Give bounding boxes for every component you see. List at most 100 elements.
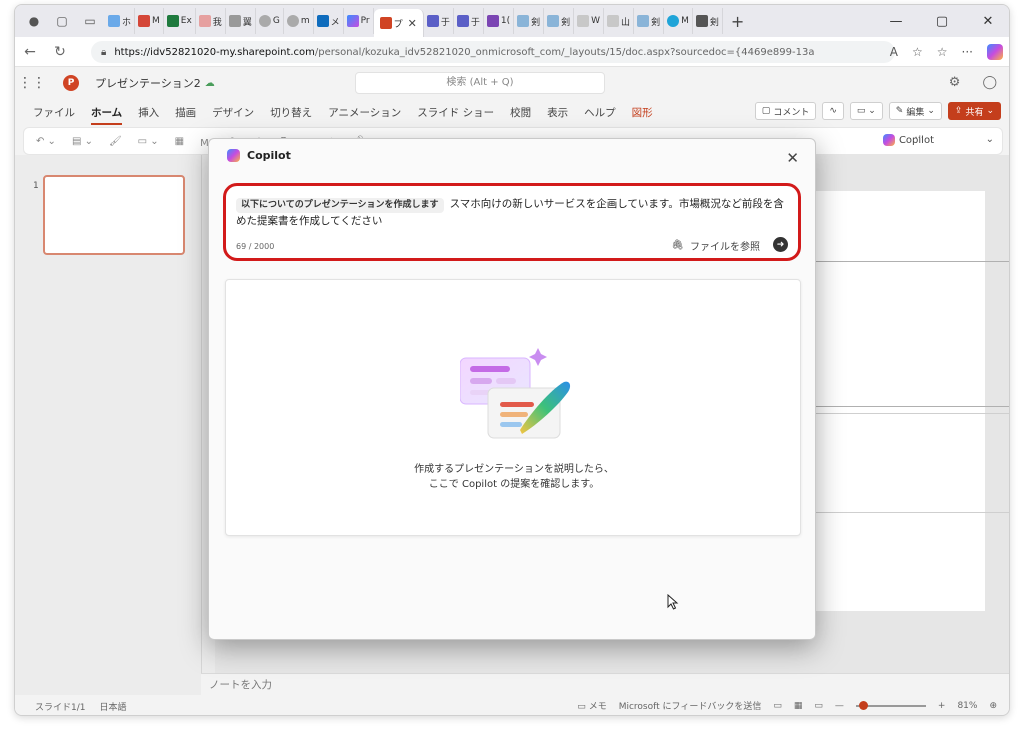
chevron-down-icon: ⌄ xyxy=(986,106,994,116)
browser-tab[interactable]: メ xyxy=(314,8,344,34)
browser-tab[interactable]: 1( xyxy=(484,8,515,34)
read-aloud-icon[interactable]: A xyxy=(890,45,898,59)
browser-tab[interactable]: 山 xyxy=(604,8,635,34)
tab-shape[interactable]: 図形 xyxy=(632,105,653,120)
normal-view-icon[interactable]: ▭ xyxy=(773,701,782,711)
document-name[interactable]: プレゼンテーション2 xyxy=(95,75,201,91)
share-button[interactable]: ⇪ 共有 ⌄ xyxy=(947,102,1001,120)
close-tab-icon[interactable]: ✕ xyxy=(408,17,417,30)
settings-gear-icon[interactable]: ⚙ xyxy=(949,75,961,90)
favorite-star-icon[interactable]: ☆ xyxy=(912,45,923,59)
notes-icon: ▭ xyxy=(577,702,586,712)
character-counter: 69 / 2000 xyxy=(236,242,275,251)
more-icon[interactable]: ··· xyxy=(962,45,973,59)
notes-toggle[interactable]: ▭ メモ xyxy=(577,699,606,712)
browser-tab[interactable]: Pr xyxy=(344,8,374,34)
profile-icon[interactable]: ● xyxy=(23,10,45,32)
browser-tab[interactable]: W xyxy=(574,8,605,34)
fit-slide-icon[interactable]: ⊕ xyxy=(989,701,997,711)
refresh-icon[interactable]: ↻ xyxy=(45,44,75,60)
tab-animations[interactable]: アニメーション xyxy=(328,105,401,120)
workspaces-icon[interactable]: ▢ xyxy=(51,10,73,32)
tab-review[interactable]: 校閲 xyxy=(510,105,531,120)
feedback-link[interactable]: Microsoft にフィードバックを送信 xyxy=(619,699,762,712)
browser-tab[interactable]: 剣 xyxy=(693,8,723,34)
tab-help[interactable]: ヘルプ xyxy=(584,105,616,120)
notes-input[interactable]: ノートを入力 xyxy=(201,673,1009,695)
browser-tab-active[interactable]: プ ✕ xyxy=(373,9,424,37)
chevron-down-icon: ⌄ xyxy=(927,106,935,116)
app-launcher-icon[interactable]: ⋮⋮ xyxy=(15,75,49,91)
browser-tab[interactable]: 翼 xyxy=(226,8,256,34)
format-painter-icon[interactable]: 🖌︎ xyxy=(109,136,122,147)
tab-view[interactable]: 表示 xyxy=(547,105,568,120)
share-icon: ⇪ xyxy=(954,106,963,116)
zoom-slider[interactable] xyxy=(855,700,926,710)
pulse-icon: ∿ xyxy=(829,106,837,116)
result-message: 作成するプレゼンテーションを説明したら、 ここで Copilot の提案を確認し… xyxy=(414,464,614,490)
prompt-text[interactable]: 以下についてのプレゼンテーションを作成します スマホ向けの新しいサービスを企画して… xyxy=(236,196,786,230)
tab-file[interactable]: ファイル xyxy=(33,105,75,120)
subtitle-placeholder[interactable] xyxy=(815,413,1009,513)
reading-view-icon[interactable]: ▭ xyxy=(814,701,823,711)
browser-tab[interactable]: 我 xyxy=(196,8,226,34)
arrow-right-icon: ➜ xyxy=(776,239,785,250)
back-icon[interactable]: ← xyxy=(15,44,45,60)
pane-divider[interactable] xyxy=(201,155,202,695)
browser-tab[interactable]: M xyxy=(664,8,693,34)
prompt-input[interactable]: 以下についてのプレゼンテーションを作成します スマホ向けの新しいサービスを企画して… xyxy=(223,183,801,261)
account-icon[interactable]: ◯ xyxy=(982,75,997,90)
collapse-ribbon-icon[interactable]: ⌄ xyxy=(986,134,994,145)
zoom-slider-thumb[interactable] xyxy=(858,700,868,710)
comment-icon: ▢ xyxy=(761,106,771,116)
tab-design[interactable]: デザイン xyxy=(212,105,254,120)
catchup-button[interactable]: ∿ xyxy=(822,102,844,120)
layout-icon[interactable]: ▦ xyxy=(175,136,184,147)
slide-thumbnail[interactable] xyxy=(43,175,185,255)
search-input[interactable]: 検索 (Alt + Q) xyxy=(355,72,605,94)
browser-tab[interactable]: ホ xyxy=(105,8,136,34)
copilot-ribbon-button[interactable]: Copilot xyxy=(882,134,934,146)
overflow-icon[interactable]: ··· xyxy=(914,133,924,144)
lock-icon[interactable]: 🔒︎ xyxy=(101,47,106,58)
present-icon: ▭ ⌄ xyxy=(856,106,876,116)
tab-draw[interactable]: 描画 xyxy=(175,105,196,120)
browser-tab[interactable]: M xyxy=(135,8,164,34)
comment-button[interactable]: ▢ コメント xyxy=(754,102,817,120)
result-card: 作成するプレゼンテーションを説明したら、 ここで Copilot の提案を確認し… xyxy=(225,279,801,536)
tab-insert[interactable]: 挿入 xyxy=(138,105,159,120)
undo-icon[interactable]: ↶ ⌄ xyxy=(36,136,56,147)
tab-actions-icon[interactable]: ▭ xyxy=(79,10,101,32)
attach-file-button[interactable]: 🖇︎ ファイルを参照 xyxy=(671,238,760,253)
present-button[interactable]: ▭ ⌄ xyxy=(849,102,883,120)
minimize-icon[interactable]: — xyxy=(873,5,919,37)
browser-tab[interactable]: 剣 xyxy=(634,8,665,34)
browser-tab[interactable]: 于 xyxy=(454,8,484,34)
copilot-sidebar-icon[interactable] xyxy=(987,44,1003,60)
send-button[interactable]: ➜ xyxy=(773,237,788,252)
status-bar: スライド1/1 日本語 ▭ メモ Microsoft にフィードバックを送信 ▭… xyxy=(15,695,1009,715)
close-icon[interactable]: ✕ xyxy=(786,149,799,167)
title-placeholder[interactable] xyxy=(815,261,1009,407)
tab-transitions[interactable]: 切り替え xyxy=(270,105,312,120)
close-window-icon[interactable]: ✕ xyxy=(965,5,1009,37)
browser-tab[interactable]: 于 xyxy=(424,8,454,34)
maximize-icon[interactable]: ▢ xyxy=(919,5,965,37)
tab-home[interactable]: ホーム xyxy=(91,105,123,125)
browser-tab[interactable]: m xyxy=(284,8,314,34)
browser-tab[interactable]: 剣 xyxy=(514,8,545,34)
sorter-view-icon[interactable]: ▦ xyxy=(794,701,803,711)
browser-tab[interactable]: 剣 xyxy=(544,8,575,34)
zoom-level[interactable]: 81% xyxy=(957,701,977,711)
new-slide-icon[interactable]: ▭ ⌄ xyxy=(138,136,159,147)
tab-slideshow[interactable]: スライド ショー xyxy=(417,105,494,120)
zoom-out-icon[interactable]: — xyxy=(835,701,844,711)
zoom-in-icon[interactable]: + xyxy=(938,701,946,711)
browser-tab[interactable]: Ex xyxy=(164,8,196,34)
clipboard-icon[interactable]: ▤ ⌄ xyxy=(72,136,93,147)
address-bar[interactable]: 🔒︎ https://idv52821020-my.sharepoint.com… xyxy=(91,41,895,63)
new-tab-button[interactable]: + xyxy=(731,12,744,31)
edit-mode-button[interactable]: ✎ 編集 ⌄ xyxy=(888,102,942,120)
favorites-icon[interactable]: ☆ xyxy=(937,45,948,59)
browser-tab[interactable]: G xyxy=(256,8,284,34)
